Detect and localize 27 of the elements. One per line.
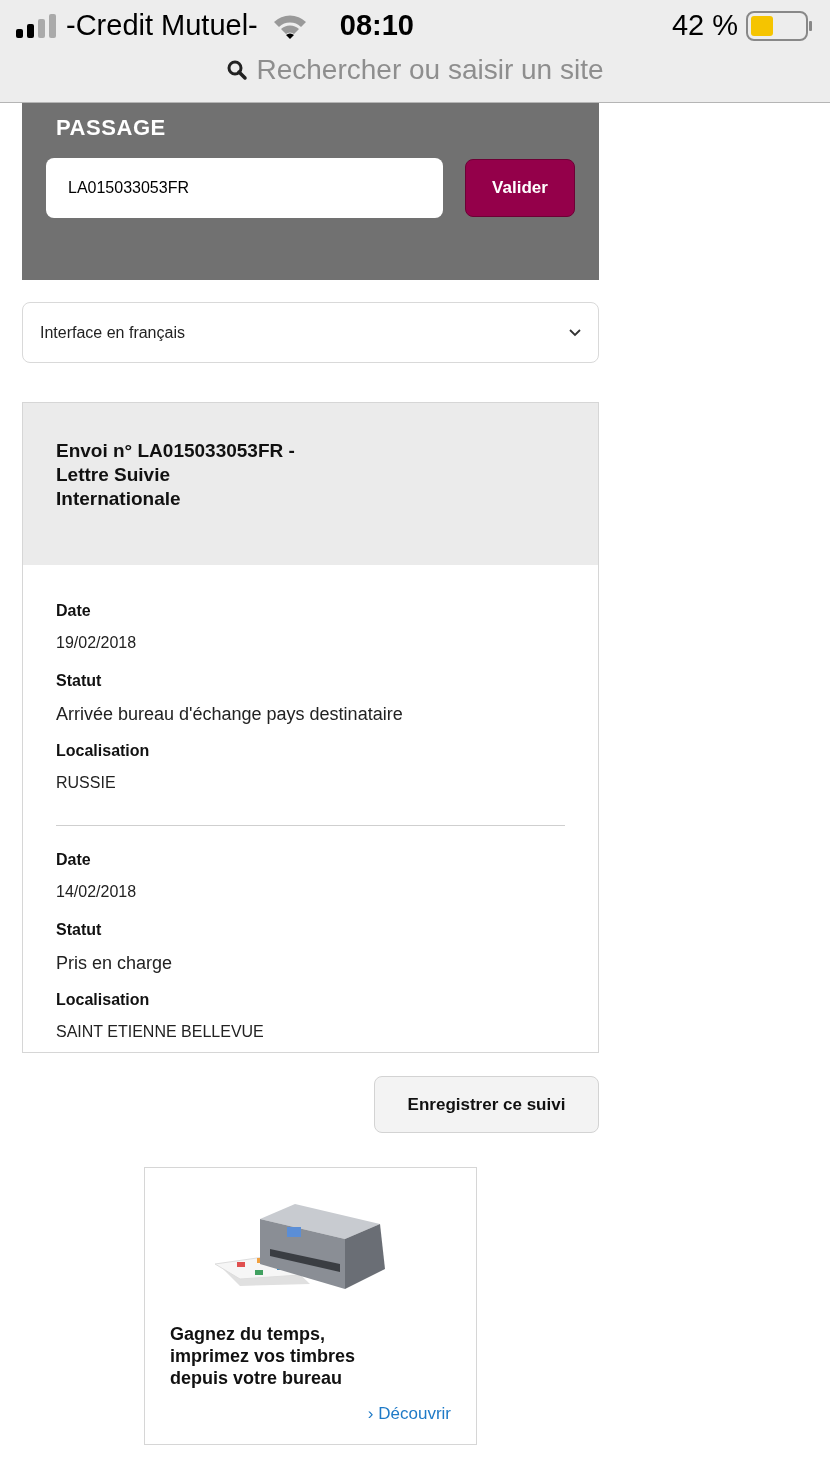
event-status: Arrivée bureau d'échange pays destinataire bbox=[56, 703, 404, 726]
field-label: Localisation bbox=[56, 990, 151, 1010]
chevron-down-icon bbox=[569, 328, 581, 337]
battery-icon bbox=[746, 10, 814, 42]
ad-text: Gagnez du temps, imprimez vos timbres depuis votre bureau bbox=[170, 1323, 357, 1389]
event-location: RUSSIE bbox=[56, 773, 117, 793]
signal-icon bbox=[16, 14, 58, 38]
field-label: Statut bbox=[56, 920, 103, 940]
event-status: Pris en charge bbox=[56, 952, 174, 975]
shipment-title: Envoi n° LA015033053FR - Lettre Suivie Internationale bbox=[56, 439, 296, 511]
search-icon bbox=[226, 59, 249, 81]
event-location: SAINT ETIENNE BELLEVUE bbox=[56, 1022, 265, 1042]
event-date: 14/02/2018 bbox=[56, 882, 138, 902]
tracking-number-field[interactable]: LA015033053FR bbox=[46, 158, 443, 218]
validate-button[interactable]: Valider bbox=[465, 159, 575, 217]
field-label: Localisation bbox=[56, 741, 151, 761]
form-heading: PASSAGE bbox=[56, 114, 167, 142]
field-label: Statut bbox=[56, 671, 103, 691]
field-label: Date bbox=[56, 601, 92, 621]
battery-percent: 42 % bbox=[671, 8, 738, 44]
event-date: 19/02/2018 bbox=[56, 633, 138, 653]
carrier-name: -Credit Mutuel- bbox=[66, 8, 258, 44]
field-label: Date bbox=[56, 850, 92, 870]
discover-link[interactable]: › Découvrir bbox=[367, 1401, 451, 1427]
language-dropdown[interactable]: Interface en français bbox=[22, 302, 599, 363]
clock: 08:10 bbox=[339, 8, 414, 44]
save-tracking-button[interactable]: Enregistrer ce suivi bbox=[374, 1076, 599, 1133]
